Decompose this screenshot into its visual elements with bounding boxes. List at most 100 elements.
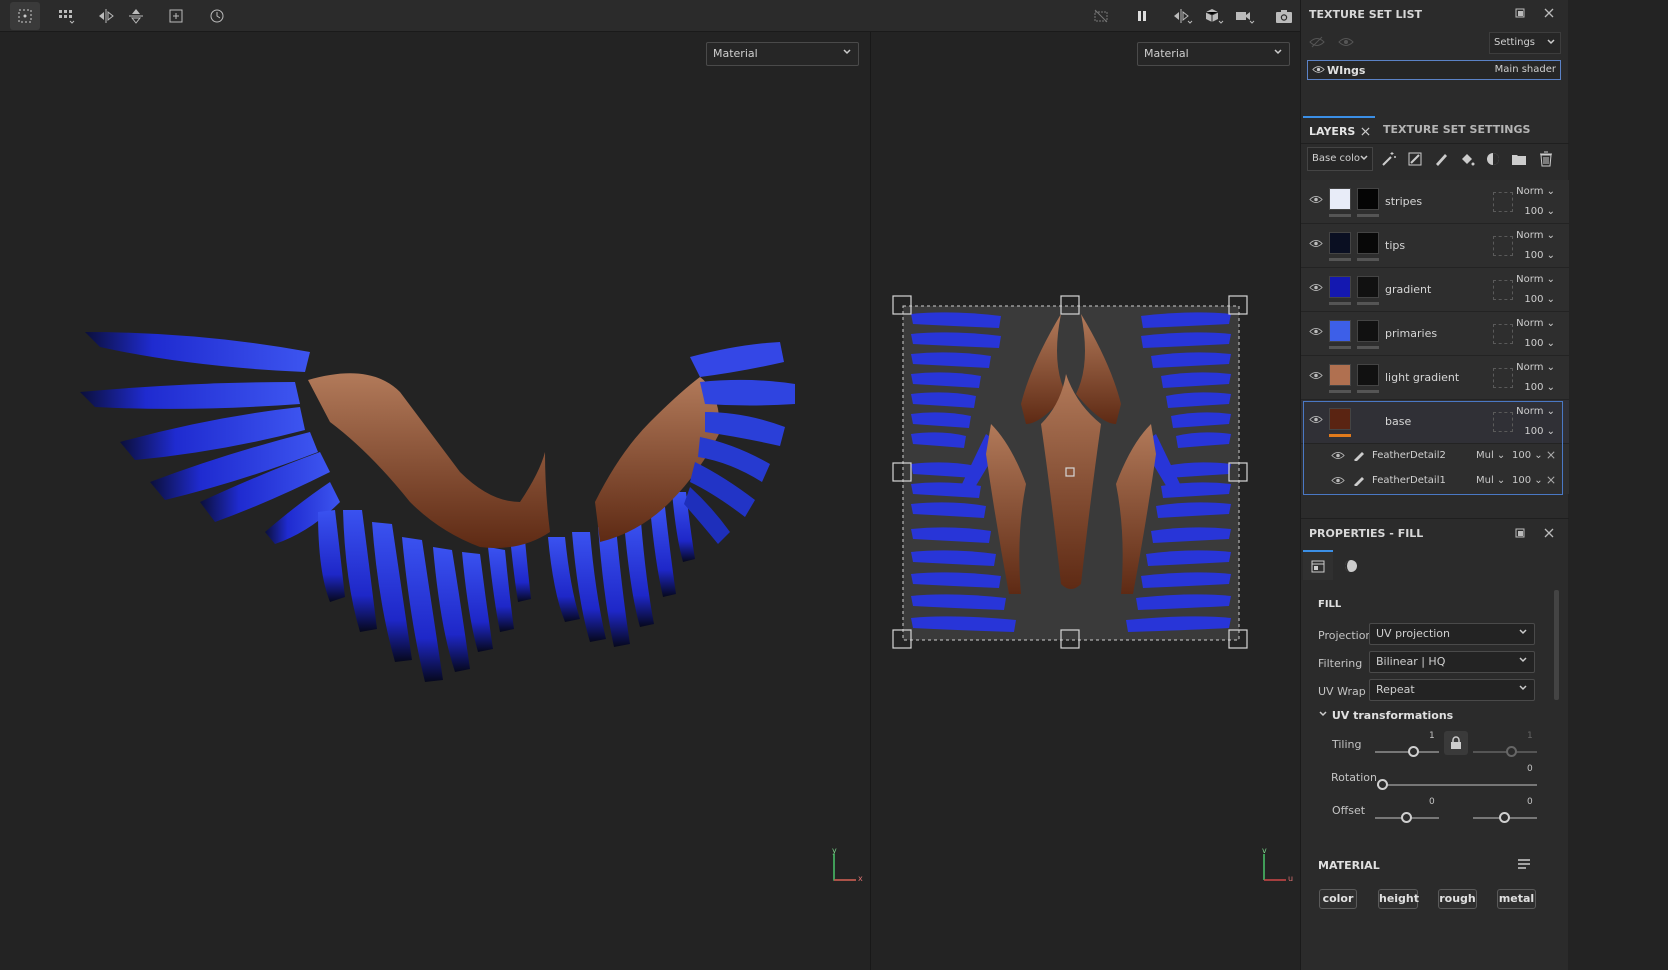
layer-color-thumbnail[interactable]: [1329, 232, 1351, 254]
filtering-select[interactable]: Bilinear | HQ: [1369, 651, 1535, 673]
effect-blend-mode[interactable]: Mul ⌄: [1476, 475, 1505, 486]
layer-color-thumbnail[interactable]: [1329, 364, 1351, 386]
projection-select[interactable]: UV projection: [1369, 623, 1535, 645]
tiling-slider-u-knob[interactable]: [1408, 746, 1419, 757]
layer-mask-thumbnail[interactable]: [1357, 364, 1379, 386]
layer-stripes[interactable]: stripes Norm ⌄ 100 ⌄: [1301, 180, 1569, 224]
texture-set-row[interactable]: WIngs Main shader: [1307, 60, 1561, 80]
offset-slider-u-knob[interactable]: [1401, 812, 1412, 823]
eye-icon[interactable]: [1309, 414, 1323, 428]
layer-opacity[interactable]: 100 ⌄: [1524, 338, 1555, 349]
close-icon[interactable]: [1544, 8, 1554, 18]
eye-icon[interactable]: [1309, 238, 1323, 252]
history-icon[interactable]: [202, 2, 232, 30]
menu-icon[interactable]: [1517, 858, 1531, 873]
close-icon[interactable]: [1361, 126, 1370, 139]
tab-layers[interactable]: LAYERS: [1303, 116, 1375, 144]
screenshot-camera-icon[interactable]: [1269, 2, 1299, 30]
symmetry-icon[interactable]: [1168, 2, 1198, 30]
hide-camera-icon[interactable]: [1086, 2, 1116, 30]
tiling-slider-v-knob[interactable]: [1506, 746, 1517, 757]
settings-dropdown[interactable]: Settings: [1489, 32, 1561, 54]
layer-blend-mode[interactable]: Norm ⌄: [1516, 274, 1555, 285]
remove-icon[interactable]: [1547, 474, 1555, 487]
material-metal-button[interactable]: metal: [1497, 889, 1536, 909]
eye-icon[interactable]: [1309, 282, 1323, 296]
layer-slot[interactable]: [1493, 324, 1513, 344]
layer-blend-mode[interactable]: Norm ⌄: [1516, 186, 1555, 197]
lock-icon[interactable]: [1444, 731, 1468, 755]
uv-texture-map[interactable]: [891, 294, 1271, 664]
add-paint-layer-icon[interactable]: [1433, 151, 1449, 167]
layer-blend-mode[interactable]: Norm ⌄: [1516, 362, 1555, 373]
undock-icon[interactable]: [1515, 8, 1525, 18]
undock-icon[interactable]: [1515, 528, 1525, 538]
effect-opacity[interactable]: 100 ⌄: [1512, 475, 1543, 486]
layer-opacity[interactable]: 100 ⌄: [1524, 206, 1555, 217]
effect-opacity[interactable]: 100 ⌄: [1512, 450, 1543, 461]
layer-mask-thumbnail[interactable]: [1357, 320, 1379, 342]
properties-scrollbar[interactable]: [1554, 590, 1559, 700]
layer-base[interactable]: base Norm ⌄ 100 ⌄: [1301, 400, 1569, 444]
layer-color-thumbnail[interactable]: [1329, 188, 1351, 210]
layer-color-thumbnail[interactable]: [1329, 408, 1351, 430]
hide-icon[interactable]: [1309, 36, 1325, 48]
layer-opacity[interactable]: 100 ⌄: [1524, 250, 1555, 261]
eye-icon[interactable]: [1309, 194, 1323, 208]
grid-mode-icon[interactable]: [51, 2, 81, 30]
pause-icon[interactable]: [1127, 2, 1157, 30]
camera-video-icon[interactable]: [1230, 2, 1260, 30]
layer-slot[interactable]: [1493, 280, 1513, 300]
layer-opacity[interactable]: 100 ⌄: [1524, 382, 1555, 393]
add-folder-icon[interactable]: [1511, 151, 1527, 167]
layer-slot[interactable]: [1493, 412, 1513, 432]
layer-color-thumbnail[interactable]: [1329, 320, 1351, 342]
material-rough-button[interactable]: rough: [1438, 889, 1477, 909]
layer-color-thumbnail[interactable]: [1329, 276, 1351, 298]
effect-blend-mode[interactable]: Mul ⌄: [1476, 450, 1505, 461]
cube-icon[interactable]: [1199, 2, 1229, 30]
delete-trash-icon[interactable]: [1538, 151, 1554, 167]
fill-bucket-icon[interactable]: [1459, 151, 1475, 167]
layer-slot[interactable]: [1493, 236, 1513, 256]
mirror-horizontal-icon[interactable]: [91, 2, 121, 30]
remove-icon[interactable]: [1547, 449, 1555, 462]
eye-icon[interactable]: [1309, 370, 1323, 384]
eye-icon[interactable]: [1331, 450, 1345, 464]
layer-blend-mode[interactable]: Norm ⌄: [1516, 230, 1555, 241]
viewport-2d[interactable]: Material v u: [871, 32, 1300, 970]
effect-featherdetail1[interactable]: FeatherDetail1 Mul ⌄ 100 ⌄: [1301, 469, 1569, 494]
add-fill-layer-icon[interactable]: [1407, 151, 1423, 167]
layer-primaries[interactable]: primaries Norm ⌄ 100 ⌄: [1301, 312, 1569, 356]
layer-mask-thumbnail[interactable]: [1357, 276, 1379, 298]
material-sphere-tab-icon[interactable]: [1337, 552, 1365, 580]
tiling-slider-u[interactable]: [1375, 751, 1439, 753]
layer-opacity[interactable]: 100 ⌄: [1524, 294, 1555, 305]
magic-wand-icon[interactable]: [1381, 151, 1397, 167]
material-height-button[interactable]: height: [1378, 889, 1419, 909]
layer-slot[interactable]: [1493, 192, 1513, 212]
rotation-slider-knob[interactable]: [1377, 779, 1388, 790]
add-mask-icon[interactable]: [1485, 151, 1501, 167]
material-mode-select-2d[interactable]: Material: [1137, 42, 1290, 66]
mirror-vertical-icon[interactable]: [121, 2, 151, 30]
add-square-icon[interactable]: [161, 2, 191, 30]
eye-icon[interactable]: [1309, 326, 1323, 340]
layer-tips[interactable]: tips Norm ⌄ 100 ⌄: [1301, 224, 1569, 268]
eye-icon[interactable]: [1331, 475, 1345, 489]
uv-transformations-toggle[interactable]: UV transformations: [1318, 709, 1453, 722]
layer-mask-thumbnail[interactable]: [1357, 232, 1379, 254]
layer-light-gradient[interactable]: light gradient Norm ⌄ 100 ⌄: [1301, 356, 1569, 400]
viewport-3d[interactable]: Material y x: [0, 32, 870, 970]
channel-select[interactable]: Base colo: [1307, 147, 1373, 171]
layer-mask-thumbnail[interactable]: [1357, 188, 1379, 210]
offset-slider-v-knob[interactable]: [1499, 812, 1510, 823]
rotation-slider[interactable]: [1377, 784, 1537, 786]
uv-wrap-select[interactable]: Repeat: [1369, 679, 1535, 701]
selection-mode-icon[interactable]: [10, 2, 40, 30]
material-color-button[interactable]: color: [1319, 889, 1357, 909]
close-icon[interactable]: [1544, 528, 1554, 538]
texture-set-shader[interactable]: Main shader: [1495, 64, 1556, 75]
layer-gradient[interactable]: gradient Norm ⌄ 100 ⌄: [1301, 268, 1569, 312]
layer-blend-mode[interactable]: Norm ⌄: [1516, 406, 1555, 417]
